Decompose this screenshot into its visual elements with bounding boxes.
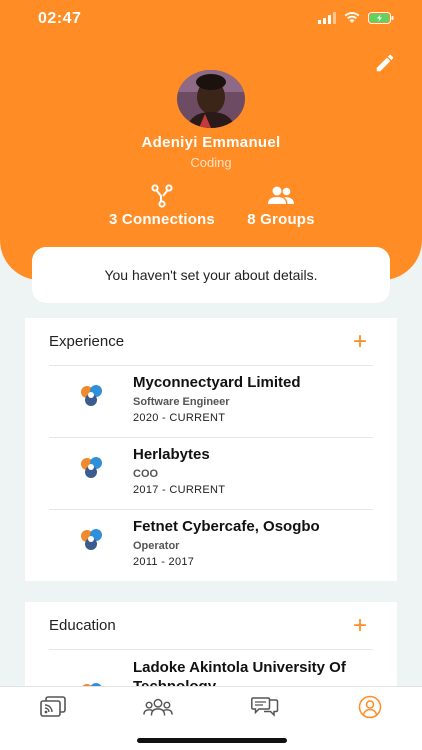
profile-icon (358, 695, 382, 719)
divider (49, 437, 373, 438)
feed-icon (40, 696, 66, 717)
about-text: You haven't set your about details. (104, 267, 318, 283)
job-dates: 2020 - CURRENT (133, 412, 226, 424)
signal-icon (318, 12, 336, 24)
battery-icon (368, 12, 394, 24)
company-name: Herlabytes (133, 446, 210, 463)
chat-icon (251, 697, 279, 717)
divider (49, 649, 373, 650)
company-name: Myconnectyard Limited (133, 374, 301, 391)
edit-profile-button[interactable] (374, 52, 396, 74)
status-time: 02:47 (38, 10, 82, 27)
tab-messages[interactable] (250, 695, 280, 719)
wifi-icon (344, 12, 360, 23)
divider (49, 509, 373, 510)
education-title: Education (49, 617, 116, 634)
status-icons (318, 12, 394, 24)
company-logo-icon (81, 457, 102, 478)
connections-stat[interactable]: 3 Connections (104, 183, 220, 228)
experience-item[interactable]: Fetnet Cybercafe, Osogbo Operator 2011 -… (25, 512, 397, 582)
company-logo-icon (81, 385, 102, 406)
company-logo-icon (81, 529, 102, 550)
pencil-icon (376, 54, 394, 72)
avatar[interactable] (177, 70, 245, 128)
about-card[interactable]: You haven't set your about details. (32, 247, 390, 303)
job-dates: 2011 - 2017 (133, 556, 195, 568)
people-icon (143, 698, 173, 716)
groups-stat[interactable]: 8 Groups (240, 183, 322, 228)
connections-label: 3 Connections (109, 211, 215, 228)
job-role: COO (133, 468, 159, 480)
groups-icon (268, 186, 294, 204)
groups-label: 8 Groups (247, 211, 315, 228)
experience-item[interactable]: Herlabytes COO 2017 - CURRENT (25, 440, 397, 510)
tab-feed[interactable] (38, 695, 68, 719)
status-bar: 02:47 (0, 0, 422, 38)
tab-profile[interactable] (355, 695, 385, 719)
job-role: Software Engineer (133, 396, 230, 408)
add-education-button[interactable]: + (353, 614, 367, 638)
company-name: Fetnet Cybercafe, Osogbo (133, 518, 320, 535)
experience-item[interactable]: Myconnectyard Limited Software Engineer … (25, 368, 397, 438)
add-experience-button[interactable]: + (353, 330, 367, 354)
job-role: Operator (133, 540, 180, 552)
profile-tagline: Coding (190, 155, 232, 170)
experience-section: Experience + Myconnectyard Limited Softw… (25, 318, 397, 581)
profile-name: Adeniyi Emmanuel (141, 134, 281, 151)
tab-people[interactable] (143, 695, 173, 719)
connections-icon (151, 184, 173, 208)
home-indicator (137, 738, 287, 743)
experience-title: Experience (49, 333, 125, 350)
divider (49, 365, 373, 366)
job-dates: 2017 - CURRENT (133, 484, 226, 496)
